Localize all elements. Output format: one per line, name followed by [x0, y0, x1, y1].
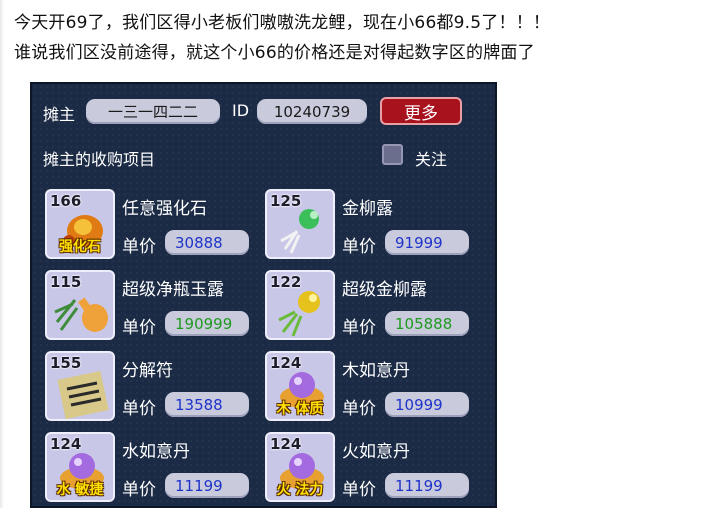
item-icon-fire-ruyi-pill[interactable]: 124 火 法力: [265, 432, 335, 502]
item-name: 超级净瓶玉露: [122, 280, 224, 300]
item-level: 155: [50, 354, 82, 372]
item-level: 124: [50, 435, 82, 453]
item-level: 166: [50, 192, 82, 210]
item-name: 水如意丹: [122, 442, 190, 462]
item-name: 分解符: [122, 361, 173, 381]
id-value-field: 10240739: [257, 99, 367, 124]
item-tag: 强化石: [59, 239, 101, 255]
item-tag: 木 体质: [276, 401, 324, 417]
item-level: 124: [270, 435, 302, 453]
post-text-line-2: 谁说我们区没前途得，就这个小66的价格还是对得起数字区的牌面了: [14, 43, 535, 63]
item-price: 11199: [165, 473, 249, 498]
owner-name-field: 一三一四二二: [86, 99, 220, 124]
item-price: 11199: [385, 473, 469, 498]
follow-label: 关注: [415, 150, 448, 169]
item-price: 105888: [385, 311, 469, 336]
item-icon-wood-ruyi-pill[interactable]: 124 木 体质: [265, 351, 335, 421]
item-icon-water-ruyi-pill[interactable]: 124 水 敏捷: [45, 432, 115, 502]
price-label: 单价: [342, 318, 376, 338]
item-level: 122: [270, 273, 302, 291]
price-label: 单价: [342, 399, 376, 419]
item-level: 115: [50, 273, 82, 291]
item-price: 190999: [165, 311, 249, 336]
item-icon-super-gold-willow-dew[interactable]: 122: [265, 270, 335, 340]
id-label: ID: [232, 101, 250, 120]
item-icon-enhance-stone[interactable]: 166 强化石: [45, 189, 115, 259]
item-icon-super-vase-dew[interactable]: 115: [45, 270, 115, 340]
item-name: 金柳露: [342, 199, 393, 219]
price-label: 单价: [122, 318, 156, 338]
item-name: 任意强化石: [122, 199, 207, 219]
price-label: 单价: [342, 237, 376, 257]
section-title: 摊主的收购项目: [43, 150, 156, 169]
follow-checkbox[interactable]: [382, 144, 403, 165]
item-icon-gold-willow-dew[interactable]: 125: [265, 189, 335, 259]
more-button[interactable]: 更多: [380, 97, 462, 125]
item-level: 124: [270, 354, 302, 372]
item-price: 30888: [165, 230, 249, 255]
item-level: 125: [270, 192, 302, 210]
price-label: 单价: [122, 399, 156, 419]
price-label: 单价: [122, 237, 156, 257]
stall-panel: 摊主 一三一四二二 ID 10240739 更多 摊主的收购项目 关注 166 …: [30, 82, 497, 508]
item-tag: 水 敏捷: [56, 482, 104, 498]
item-price: 13588: [165, 392, 249, 417]
price-label: 单价: [342, 480, 376, 500]
item-name: 火如意丹: [342, 442, 410, 462]
item-price: 91999: [385, 230, 469, 255]
post-text-line-1: 今天开69了，我们区得小老板们嗷嗷洗龙鲤，现在小66都9.5了！！！: [14, 13, 551, 33]
owner-label: 摊主: [43, 105, 76, 124]
item-tag: 火 法力: [276, 482, 324, 498]
item-name: 超级金柳露: [342, 280, 427, 300]
item-name: 木如意丹: [342, 361, 410, 381]
left-edge-shadow: [0, 0, 4, 508]
price-label: 单价: [122, 480, 156, 500]
item-icon-decompose-talisman[interactable]: 155: [45, 351, 115, 421]
item-price: 10999: [385, 392, 469, 417]
